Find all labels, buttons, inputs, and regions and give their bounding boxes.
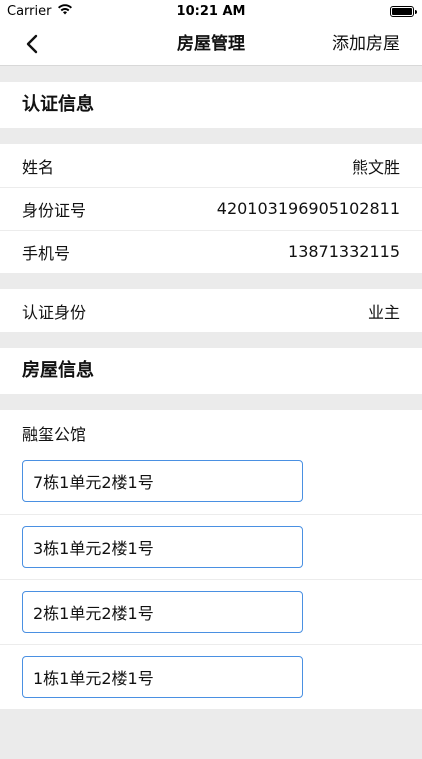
unit-row: 2栋1单元2楼1号 <box>0 579 422 644</box>
phone-row: 手机号 13871332115 <box>0 230 422 273</box>
battery-icon <box>390 5 417 17</box>
unit-field[interactable]: 2栋1单元2楼1号 <box>22 590 303 633</box>
identity-value: 业主 <box>367 302 400 322</box>
carrier-label: Carrier <box>7 3 52 19</box>
id-number-value: 420103196905102811 <box>216 199 400 218</box>
name-value: 熊文胜 <box>351 157 400 177</box>
battery-fill <box>392 7 412 15</box>
unit-row: 3栋1单元2楼1号 <box>0 514 422 579</box>
section-gap <box>0 128 422 144</box>
community-name: 融玺公馆 <box>22 425 87 444</box>
section-gap <box>0 273 422 289</box>
section-gap <box>0 332 422 348</box>
id-number-label: 身份证号 <box>22 200 87 220</box>
nav-bar: 房屋管理 添加房屋 <box>0 22 422 66</box>
house-section-title: 房屋信息 <box>0 348 422 394</box>
status-time: 10:21 AM <box>176 3 246 19</box>
content: 认证信息 姓名 熊文胜 身份证号 420103196905102811 手机号 … <box>0 66 422 759</box>
status-right <box>282 5 422 17</box>
unit-row: 7栋1单元2楼1号 <box>0 456 422 514</box>
identity-label: 认证身份 <box>22 302 87 322</box>
status-bar: Carrier 10:21 AM <box>0 0 422 22</box>
phone-value: 13871332115 <box>288 242 400 261</box>
auth-section-title: 认证信息 <box>0 82 422 128</box>
name-row: 姓名 熊文胜 <box>0 144 422 187</box>
add-house-button[interactable]: 添加房屋 <box>332 22 400 66</box>
auth-info-list: 姓名 熊文胜 身份证号 420103196905102811 手机号 13871… <box>0 144 422 273</box>
house-list: 融玺公馆 7栋1单元2楼1号 3栋1单元2楼1号 2栋1单元2楼1号 1栋1单元… <box>0 410 422 709</box>
identity-row: 认证身份 业主 <box>0 289 422 332</box>
status-left: Carrier <box>0 3 140 19</box>
unit-field[interactable]: 1栋1单元2楼1号 <box>22 655 303 698</box>
unit-field[interactable]: 3栋1单元2楼1号 <box>22 525 303 568</box>
wifi-icon <box>57 3 73 19</box>
id-number-row: 身份证号 420103196905102811 <box>0 187 422 230</box>
unit-field[interactable]: 7栋1单元2楼1号 <box>22 460 303 502</box>
name-label: 姓名 <box>22 157 55 177</box>
section-gap <box>0 66 422 82</box>
unit-row: 1栋1单元2楼1号 <box>0 644 422 709</box>
bottom-fill <box>0 709 422 759</box>
section-gap <box>0 394 422 410</box>
phone-label: 手机号 <box>22 243 71 263</box>
